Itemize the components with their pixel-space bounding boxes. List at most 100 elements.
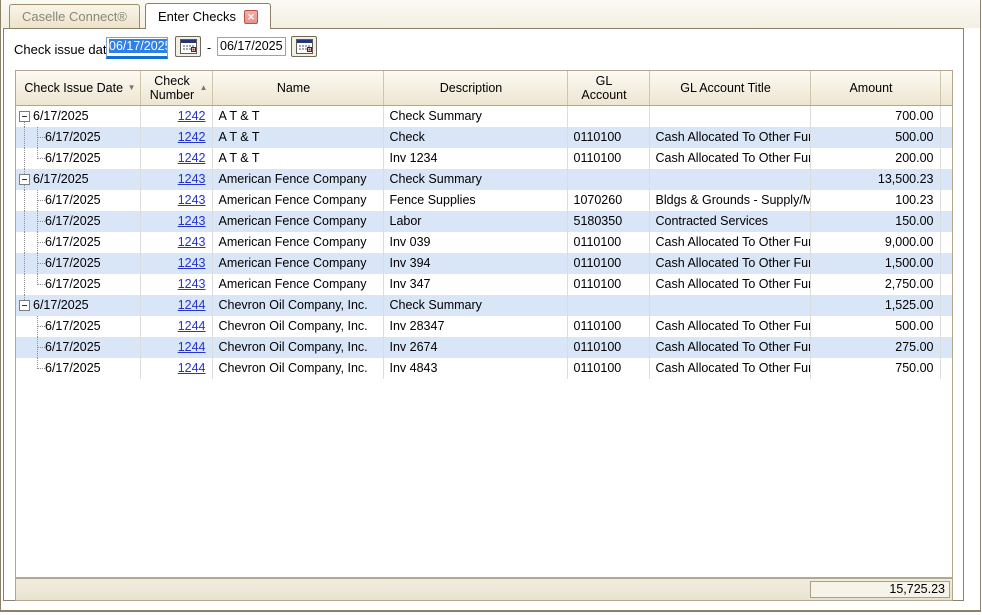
- table-row[interactable]: 6/17/20251243American Fence CompanyInv 3…: [16, 253, 952, 274]
- column-label: Description: [440, 81, 503, 95]
- sort-desc-icon[interactable]: ▼: [128, 81, 136, 95]
- check-number-link[interactable]: 1242: [178, 130, 206, 144]
- tree-line: [38, 263, 45, 264]
- check-number-link[interactable]: 1243: [178, 214, 206, 228]
- table-row[interactable]: 6/17/20251243American Fence CompanyFence…: [16, 190, 952, 211]
- cell-spacer: [940, 316, 952, 337]
- cell-gl-account-title: Cash Allocated To Other Funds: [649, 232, 810, 253]
- check-issue-date: 6/17/2025: [16, 337, 140, 358]
- check-number-link[interactable]: 1244: [178, 340, 206, 354]
- cell-check-number: 1244: [140, 358, 212, 379]
- check-issue-date: 6/17/2025: [16, 316, 140, 337]
- check-number-link[interactable]: 1243: [178, 277, 206, 291]
- check-issue-date-label: Check issue date:: [14, 42, 117, 57]
- collapse-toggle-icon[interactable]: [19, 174, 30, 185]
- cell-gl-account: 0110100: [567, 274, 649, 295]
- check-number-link[interactable]: 1242: [178, 109, 206, 123]
- cell-gl-account: [567, 295, 649, 316]
- cell-check-issue-date: 6/17/2025: [16, 190, 140, 211]
- table-row[interactable]: 6/17/20251242A T & TCheck Summary700.00: [16, 105, 952, 127]
- tree-line: [38, 284, 45, 285]
- check-number-link[interactable]: 1244: [178, 319, 206, 333]
- column-header-amount[interactable]: Amount: [810, 71, 940, 105]
- table-row[interactable]: 6/17/20251244Chevron Oil Company, Inc.Ch…: [16, 295, 952, 316]
- calendar-icon: [180, 39, 197, 54]
- cell-spacer: [940, 232, 952, 253]
- table-row[interactable]: 6/17/20251244Chevron Oil Company, Inc.In…: [16, 337, 952, 358]
- table-row[interactable]: 6/17/20251243American Fence CompanyCheck…: [16, 169, 952, 190]
- cell-check-number: 1243: [140, 190, 212, 211]
- table-row[interactable]: 6/17/20251244Chevron Oil Company, Inc.In…: [16, 316, 952, 337]
- cell-name: American Fence Company: [212, 211, 383, 232]
- cell-gl-account-title: [649, 169, 810, 190]
- cell-spacer: [940, 358, 952, 379]
- cell-check-number: 1244: [140, 316, 212, 337]
- check-issue-date: 6/17/2025: [16, 190, 140, 211]
- cell-description: Inv 394: [383, 253, 567, 274]
- column-header-gl-account-title[interactable]: GL Account Title: [649, 71, 810, 105]
- close-tab-icon[interactable]: ✕: [244, 10, 258, 24]
- table-row[interactable]: 6/17/20251242A T & TCheck0110100Cash All…: [16, 127, 952, 148]
- column-header-spacer: [940, 71, 952, 105]
- table-row[interactable]: 6/17/20251242A T & TInv 12340110100Cash …: [16, 148, 952, 169]
- calendar-end-button[interactable]: [291, 36, 317, 57]
- check-issue-date: 6/17/2025: [16, 169, 140, 190]
- check-issue-date: 6/17/2025: [16, 106, 140, 127]
- cell-description: Inv 039: [383, 232, 567, 253]
- tab-enter-checks[interactable]: Enter Checks ✕: [145, 3, 271, 29]
- cell-check-issue-date: 6/17/2025: [16, 211, 140, 232]
- cell-description: Check Summary: [383, 105, 567, 127]
- check-number-link[interactable]: 1244: [178, 298, 206, 312]
- cell-amount: 1,500.00: [810, 253, 940, 274]
- cell-amount: 100.23: [810, 190, 940, 211]
- collapse-toggle-icon[interactable]: [19, 300, 30, 311]
- cell-gl-account: 0110100: [567, 337, 649, 358]
- cell-gl-account-title: Cash Allocated To Other Funds: [649, 337, 810, 358]
- cell-amount: 700.00: [810, 105, 940, 127]
- cell-name: American Fence Company: [212, 274, 383, 295]
- tree-line: [38, 242, 45, 243]
- cell-check-number: 1244: [140, 295, 212, 316]
- cell-spacer: [940, 148, 952, 169]
- tree-line: [24, 127, 25, 148]
- check-number-link[interactable]: 1243: [178, 256, 206, 270]
- check-number-link[interactable]: 1242: [178, 151, 206, 165]
- check-number-link[interactable]: 1243: [178, 235, 206, 249]
- tab-caselle-connect[interactable]: Caselle Connect®: [9, 4, 140, 28]
- calendar-start-button[interactable]: [175, 36, 201, 57]
- cell-gl-account: 1070260: [567, 190, 649, 211]
- check-number-link[interactable]: 1243: [178, 172, 206, 186]
- checks-table: Check Issue Date ▼ Check Number▲Name Descri…: [16, 71, 952, 379]
- cell-check-number: 1243: [140, 232, 212, 253]
- cell-amount: 1,525.00: [810, 295, 940, 316]
- cell-gl-account: 0110100: [567, 253, 649, 274]
- column-label: Check Issue Date: [24, 81, 123, 95]
- column-header-check-issue-date[interactable]: Check Issue Date ▼: [16, 71, 140, 105]
- cell-name: A T & T: [212, 148, 383, 169]
- column-label: Amount: [849, 81, 892, 95]
- cell-spacer: [940, 337, 952, 358]
- sort-asc-icon[interactable]: ▲: [200, 81, 208, 95]
- date-start-value: 06/17/2025: [109, 39, 168, 53]
- date-range-separator: -: [207, 41, 211, 55]
- check-number-link[interactable]: 1243: [178, 193, 206, 207]
- cell-gl-account-title: Cash Allocated To Other Funds: [649, 358, 810, 379]
- date-start-input[interactable]: 06/17/2025: [106, 37, 168, 59]
- column-header-description[interactable]: Description: [383, 71, 567, 105]
- column-header-check-number[interactable]: Check Number▲: [140, 71, 212, 105]
- collapse-toggle-icon[interactable]: [19, 111, 30, 122]
- date-end-input[interactable]: 06/17/2025: [217, 37, 286, 56]
- check-number-link[interactable]: 1244: [178, 361, 206, 375]
- column-header-name[interactable]: Name: [212, 71, 383, 105]
- table-row[interactable]: 6/17/20251244Chevron Oil Company, Inc.In…: [16, 358, 952, 379]
- cell-name: American Fence Company: [212, 190, 383, 211]
- cell-gl-account: 0110100: [567, 316, 649, 337]
- cell-gl-account: [567, 105, 649, 127]
- column-header-gl-account[interactable]: GL Account: [567, 71, 649, 105]
- table-row[interactable]: 6/17/20251243American Fence CompanyLabor…: [16, 211, 952, 232]
- table-row[interactable]: 6/17/20251243American Fence CompanyInv 0…: [16, 232, 952, 253]
- check-issue-date: 6/17/2025: [16, 211, 140, 232]
- cell-name: Chevron Oil Company, Inc.: [212, 316, 383, 337]
- total-amount: 15,725.23: [810, 581, 950, 598]
- table-row[interactable]: 6/17/20251243American Fence CompanyInv 3…: [16, 274, 952, 295]
